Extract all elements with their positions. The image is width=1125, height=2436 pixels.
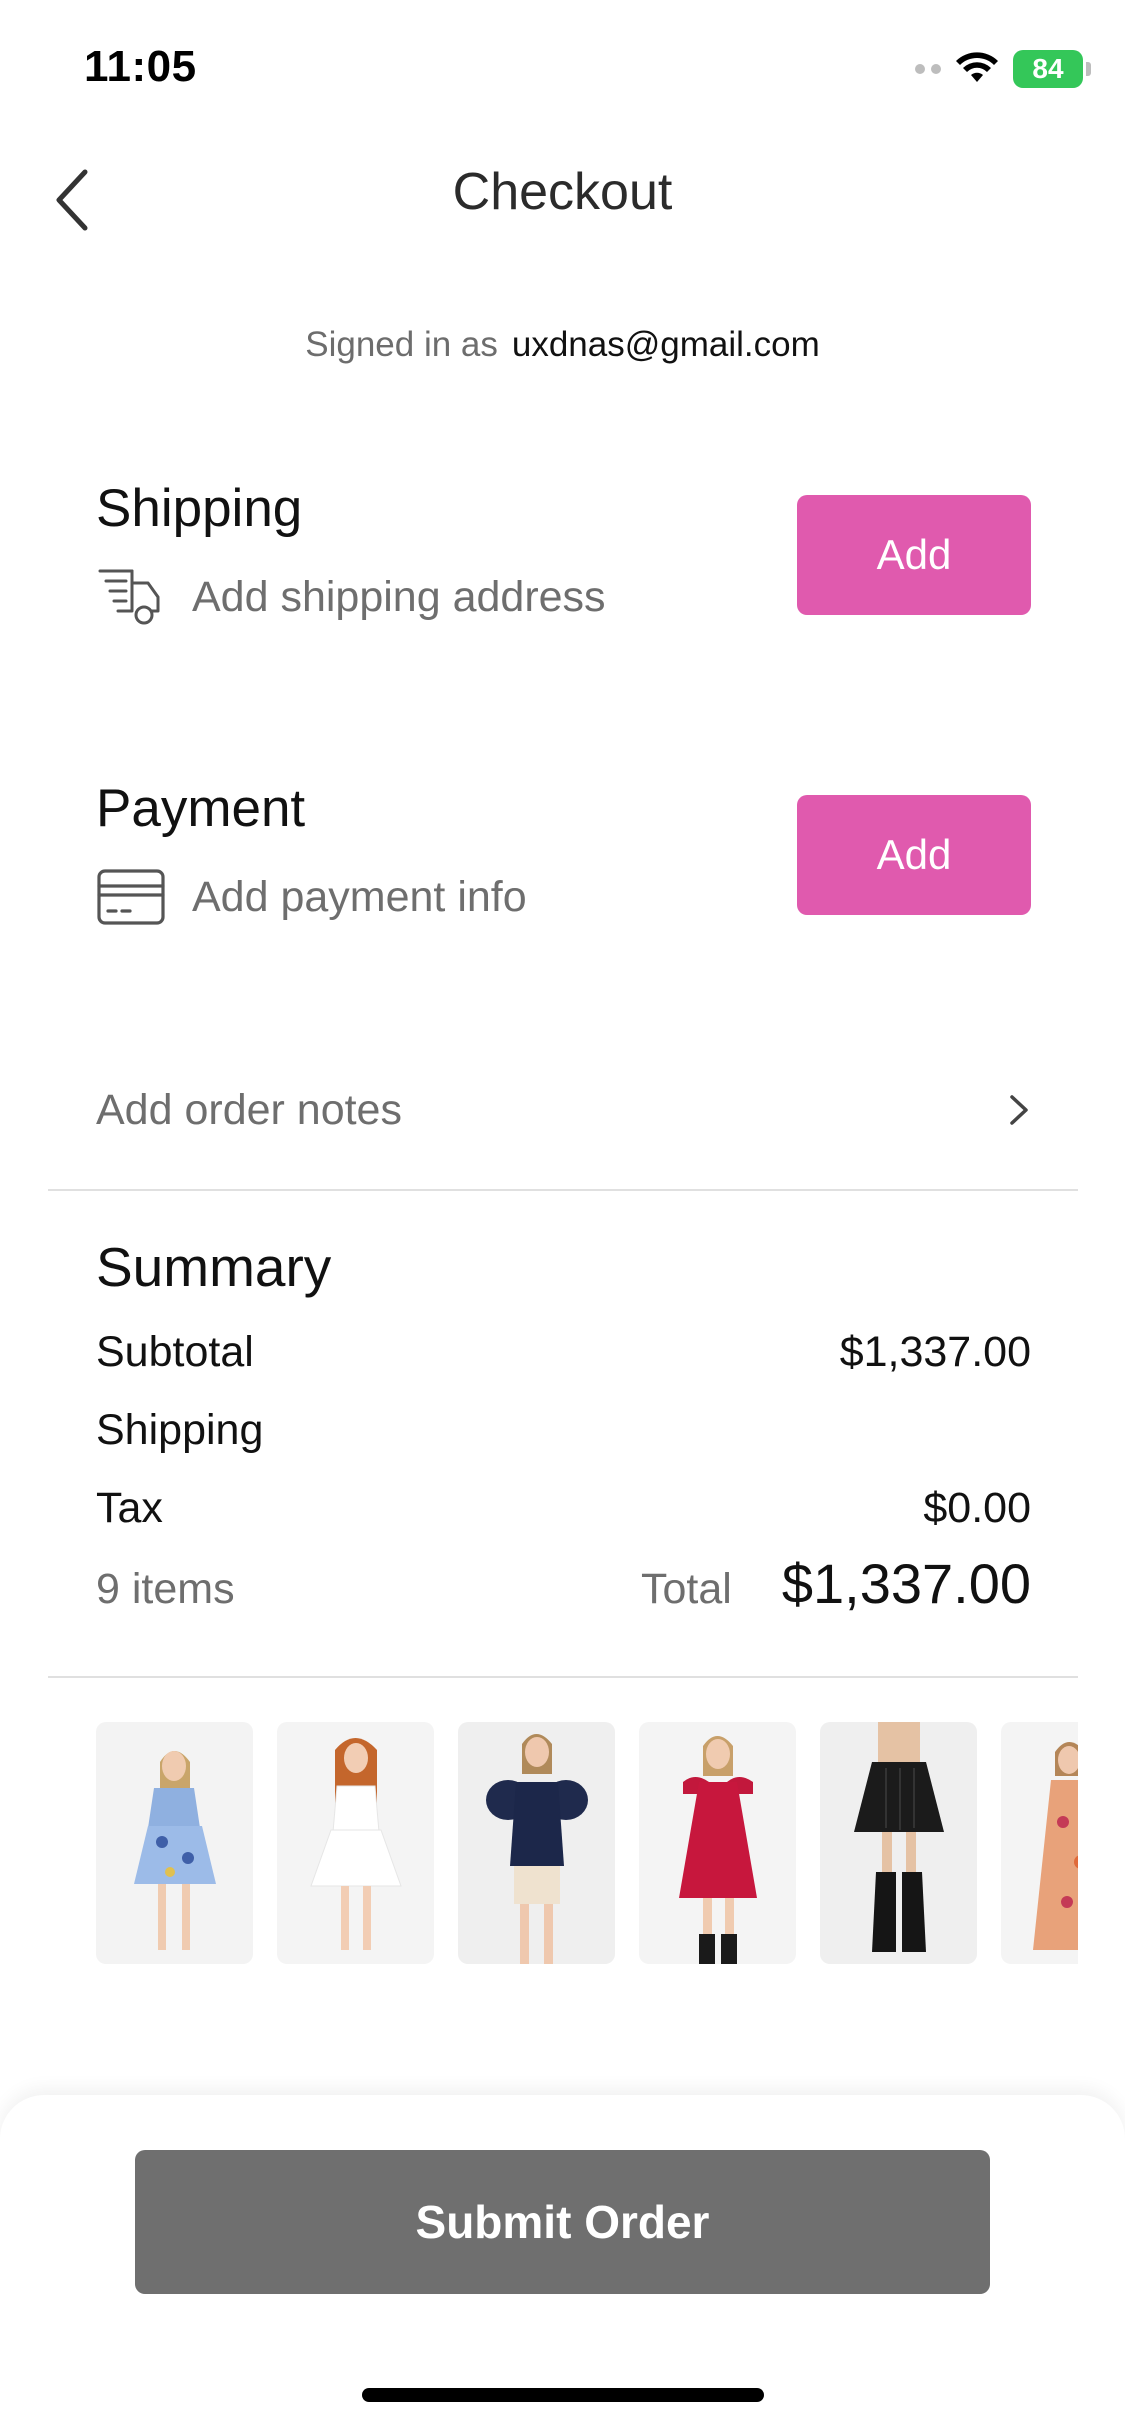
order-notes-row[interactable]: Add order notes xyxy=(96,1070,1031,1150)
divider xyxy=(48,1189,1078,1191)
summary-total-row: 9 items Total $1,337.00 xyxy=(96,1551,1031,1616)
signed-in-line: Signed in as uxdnas@gmail.com xyxy=(0,325,1125,365)
checkout-footer: Submit Order xyxy=(0,2095,1125,2436)
delivery-truck-icon xyxy=(96,565,166,629)
cellular-signal-icon xyxy=(915,64,941,74)
order-notes-label: Add order notes xyxy=(96,1085,402,1134)
summary-row-subtotal: Subtotal $1,337.00 xyxy=(96,1313,1031,1391)
cart-items-carousel[interactable] xyxy=(96,1722,1078,1964)
payment-subtitle: Add payment info xyxy=(192,872,527,921)
total-value: $1,337.00 xyxy=(781,1552,1031,1615)
divider xyxy=(48,1676,1078,1678)
order-summary: Summary Subtotal $1,337.00 Shipping Tax … xyxy=(96,1235,1031,1616)
add-payment-button[interactable]: Add xyxy=(797,795,1031,915)
status-indicators: 84 xyxy=(915,50,1091,88)
summary-row-shipping: Shipping xyxy=(96,1391,1031,1469)
nav-bar: Checkout xyxy=(0,140,1125,260)
white-dress-thumbnail[interactable] xyxy=(277,1722,434,1964)
black-leather-skirt-thumbnail[interactable] xyxy=(820,1722,977,1964)
summary-label: Subtotal xyxy=(96,1327,254,1376)
summary-row-tax: Tax $0.00 xyxy=(96,1469,1031,1547)
chevron-right-icon xyxy=(1010,1095,1028,1125)
shipping-section: Shipping Add shipping address Add xyxy=(96,478,1031,638)
summary-label: Shipping xyxy=(96,1405,264,1454)
status-bar: 11:05 84 xyxy=(0,0,1125,140)
summary-title: Summary xyxy=(96,1236,332,1298)
page-title: Checkout xyxy=(452,163,673,221)
submit-order-button[interactable]: Submit Order xyxy=(135,2150,990,2294)
summary-label: Tax xyxy=(96,1483,163,1532)
blue-floral-dress-thumbnail[interactable] xyxy=(96,1722,253,1964)
red-ruffle-dress-thumbnail[interactable] xyxy=(639,1722,796,1964)
account-email: uxdnas@gmail.com xyxy=(511,325,820,364)
add-shipping-button[interactable]: Add xyxy=(797,495,1031,615)
signed-in-label: Signed in as xyxy=(305,325,498,364)
battery-icon: 84 xyxy=(1013,50,1091,88)
summary-value: $1,337.00 xyxy=(839,1327,1031,1376)
payment-section: Payment Add payment info Add xyxy=(96,778,1031,938)
total-label: Total xyxy=(641,1565,732,1613)
navy-top-thumbnail[interactable] xyxy=(458,1722,615,1964)
home-indicator xyxy=(362,2388,764,2402)
credit-card-icon xyxy=(96,865,166,929)
battery-level: 84 xyxy=(1032,53,1064,84)
wifi-icon xyxy=(956,52,998,82)
items-count: 9 items xyxy=(96,1565,235,1613)
shipping-subtitle: Add shipping address xyxy=(192,572,606,621)
summary-value: $0.00 xyxy=(923,1483,1031,1532)
status-time: 11:05 xyxy=(84,42,197,91)
floral-maxi-dress-thumbnail[interactable] xyxy=(1001,1722,1078,1964)
